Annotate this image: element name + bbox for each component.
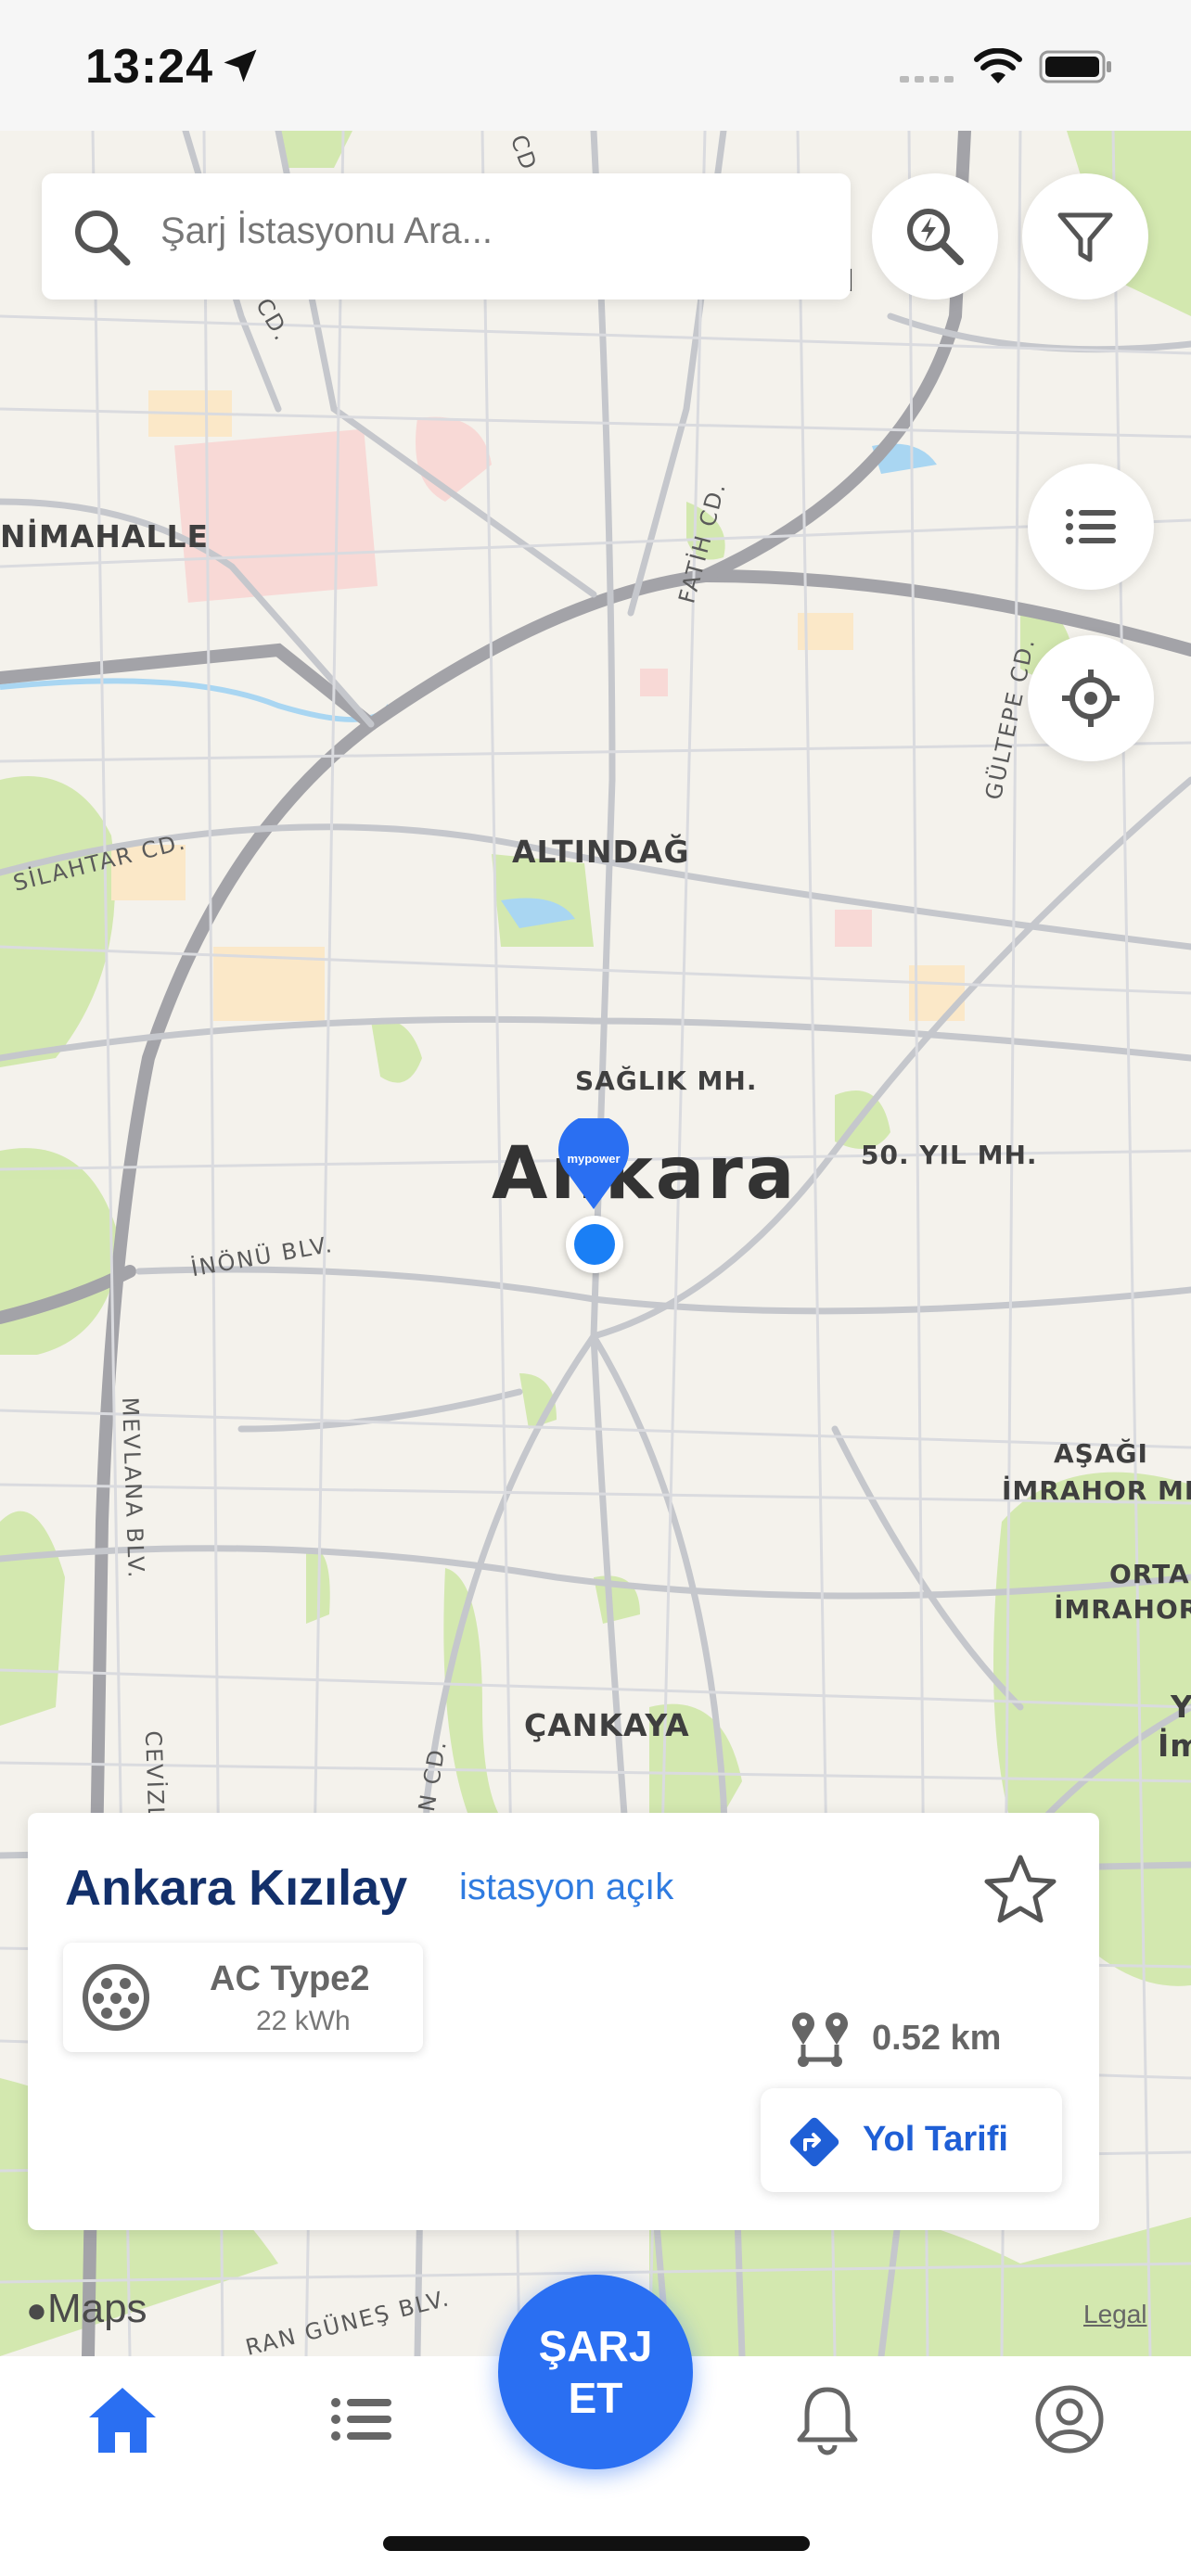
district-label: AŞAĞI — [1054, 1438, 1148, 1469]
tab-home[interactable] — [85, 2382, 160, 2456]
list-icon — [331, 2398, 391, 2441]
home-icon — [89, 2388, 156, 2453]
legal-link[interactable]: Legal — [1083, 2300, 1147, 2329]
user-profile-icon — [1035, 2385, 1104, 2454]
status-time: 13:24 — [85, 40, 213, 94]
directions-icon — [789, 2117, 839, 2167]
cellular-signal-icon — [900, 76, 954, 83]
district-label: İm — [1158, 1728, 1191, 1764]
district-label: ÇANKAYA — [524, 1707, 690, 1743]
maps-attribution-label: Maps — [46, 2286, 147, 2331]
wifi-icon — [974, 48, 1022, 83]
station-name: Ankara Kızılay — [65, 1860, 408, 1916]
station-status: istasyon açık — [459, 1867, 674, 1907]
district-label: ORTA — [1109, 1559, 1190, 1589]
charge-now-button[interactable]: ŞARJ ET — [498, 2275, 693, 2469]
list-view-button[interactable] — [1028, 464, 1154, 590]
apple-logo-icon: ● — [26, 2291, 47, 2330]
list-icon — [1066, 509, 1116, 544]
star-icon[interactable] — [983, 1852, 1057, 1926]
district-label: ALTINDAĞ — [512, 834, 690, 870]
search-input[interactable] — [160, 210, 810, 252]
charge-button-line2: ET — [568, 2374, 623, 2422]
filter-icon — [1057, 212, 1113, 262]
user-location-dot — [566, 1216, 623, 1273]
connector-chip: AC Type2 22 kWh — [63, 1943, 423, 2052]
station-distance: 0.52 km — [872, 2019, 1002, 2058]
directions-label: Yol Tarifi — [863, 2120, 1008, 2159]
district-label: İMRAHOR — [1054, 1594, 1191, 1625]
street-label: CEVİZL — [139, 1729, 170, 1822]
district-label: İMRAHOR MH. — [1002, 1475, 1191, 1506]
search-icon — [75, 210, 131, 266]
district-label: NİMAHALLE — [0, 518, 210, 555]
district-label: 50. YIL MH. — [861, 1140, 1038, 1170]
pin-brand-label: mypower — [567, 1152, 621, 1166]
charge-button-line1: ŞARJ — [538, 2322, 653, 2370]
station-pin[interactable]: mypower — [557, 1118, 631, 1211]
maps-attribution: ●Maps — [26, 2286, 147, 2332]
connector-power: 22 kWh — [256, 2006, 351, 2036]
home-indicator — [383, 2536, 810, 2551]
charger-search-icon — [907, 209, 964, 265]
location-arrow-icon — [224, 49, 257, 83]
tab-list[interactable] — [325, 2382, 399, 2456]
tab-notifications[interactable] — [790, 2382, 864, 2456]
crosshair-icon — [1062, 670, 1120, 727]
connector-type: AC Type2 — [210, 1959, 370, 1998]
bell-icon — [797, 2387, 858, 2455]
search-bar[interactable] — [42, 173, 851, 300]
status-bar: 13:24 — [0, 0, 1191, 131]
battery-icon — [1039, 50, 1111, 83]
station-card[interactable]: Ankara Kızılay istasyon açık AC Type2 22… — [28, 1813, 1099, 2230]
type2-plug-icon — [83, 1964, 149, 2031]
filter-button[interactable] — [1022, 173, 1148, 300]
city-label: Ankara — [492, 1132, 798, 1216]
my-location-button[interactable] — [1028, 635, 1154, 761]
search-charger-button[interactable] — [872, 173, 998, 300]
route-pins-icon — [792, 2012, 848, 2067]
directions-button[interactable]: Yol Tarifi — [761, 2088, 1062, 2192]
tab-profile[interactable] — [1032, 2382, 1107, 2456]
district-label: Y — [1171, 1689, 1191, 1725]
district-label: SAĞLIK MH. — [575, 1065, 758, 1096]
